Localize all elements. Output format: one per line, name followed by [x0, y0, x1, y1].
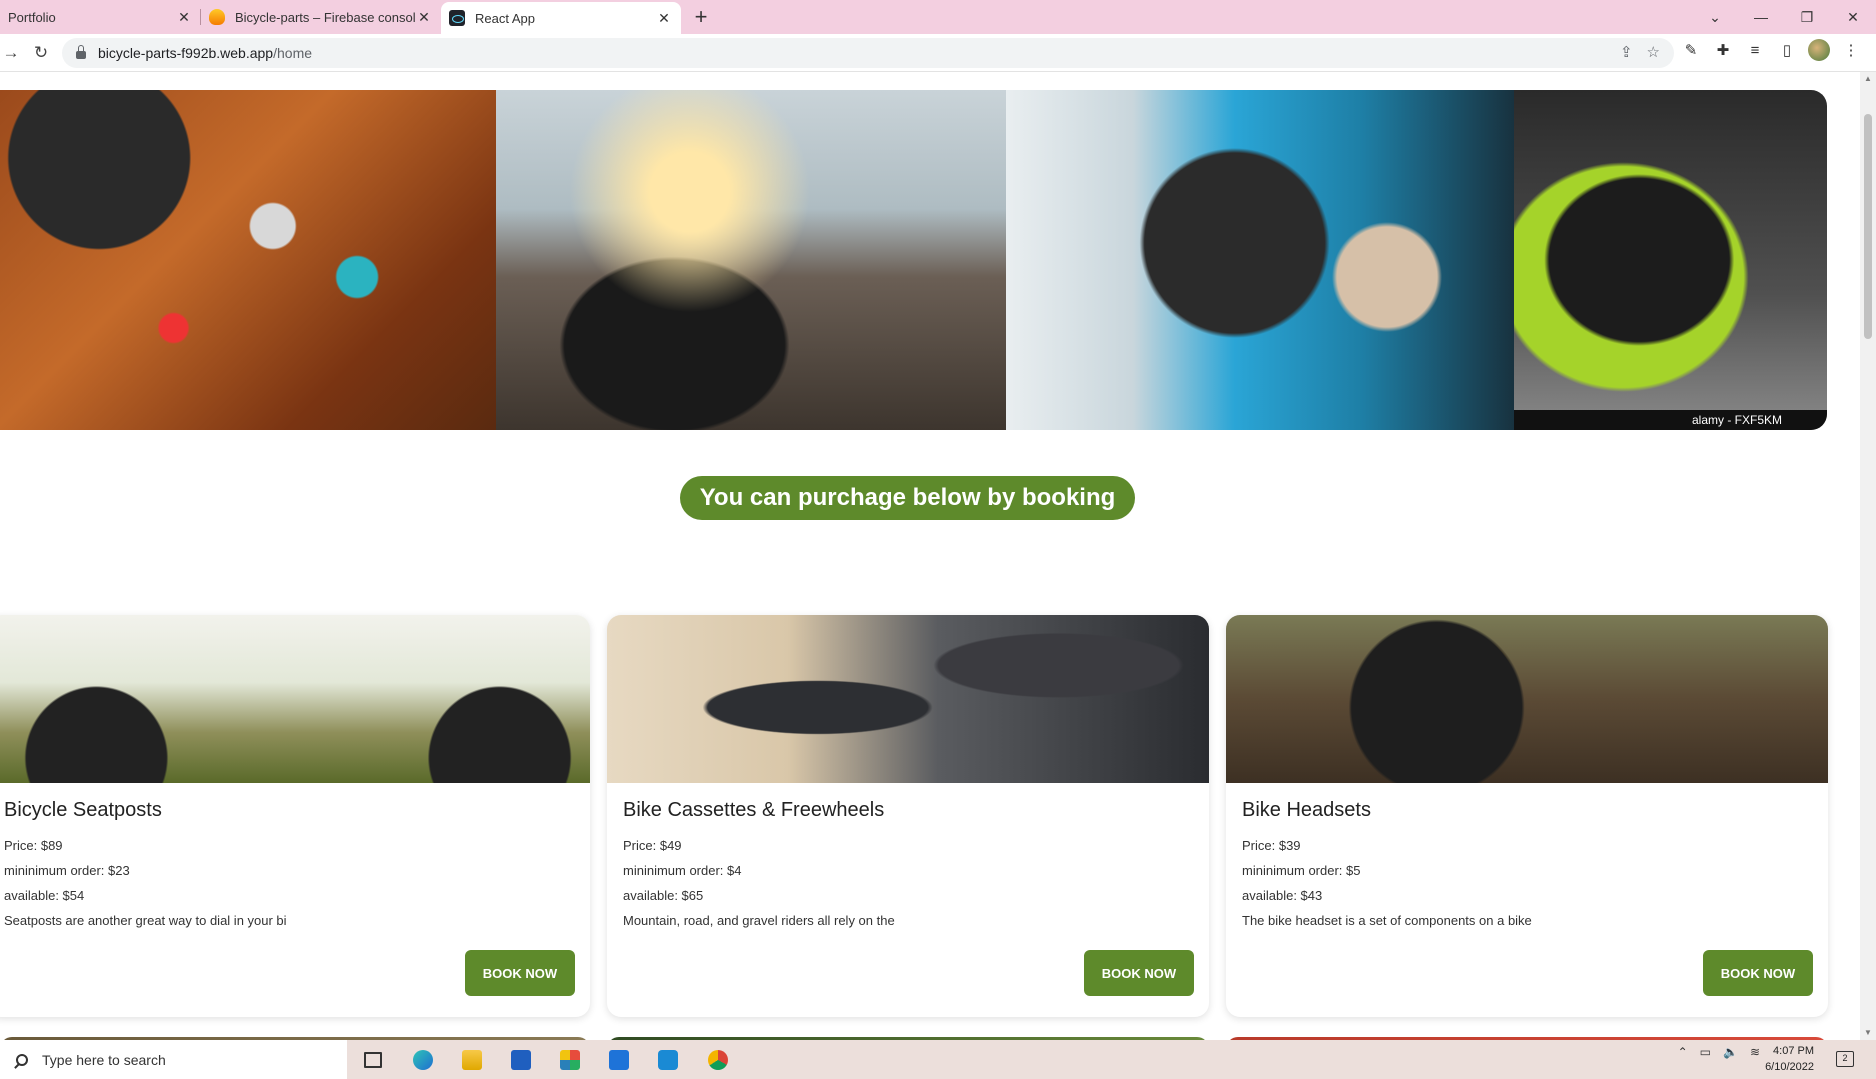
hero-image-cyclist	[496, 90, 1006, 430]
cta-wrapper: You can purchage below by booking	[0, 476, 1815, 520]
product-image	[0, 615, 590, 783]
chevron-down-icon[interactable]: ⌄	[1692, 0, 1738, 34]
product-image	[1226, 615, 1828, 783]
address-bar[interactable]: bicycle-parts-f992b.web.app/home ⇪ ☆	[62, 38, 1674, 68]
extension-pin-icon[interactable]: ✎	[1680, 39, 1702, 61]
clock[interactable]: 4:07 PM 6/10/2022	[1765, 1043, 1814, 1075]
notification-icon[interactable]: 2	[1836, 1051, 1854, 1067]
scroll-thumb[interactable]	[1864, 114, 1872, 339]
tab-react-app[interactable]: React App ✕	[441, 2, 681, 34]
search-placeholder: Type here to search	[42, 1051, 166, 1068]
reload-icon[interactable]: ↻	[30, 42, 52, 64]
avatar[interactable]	[1808, 39, 1830, 61]
file-explorer-icon[interactable]	[459, 1047, 485, 1073]
menu-icon[interactable]: ⋮	[1840, 39, 1862, 61]
product-title: Bike Cassettes & Freewheels	[623, 799, 885, 821]
chevron-up-icon[interactable]: ⌃	[1678, 1045, 1688, 1059]
product-min-order: mininimum order: $5	[1242, 863, 1361, 878]
store-icon[interactable]	[508, 1047, 534, 1073]
book-now-button[interactable]: BOOK NOW	[1084, 950, 1194, 996]
office-icon[interactable]	[557, 1047, 583, 1073]
tab-portfolio[interactable]: Portfolio ✕	[0, 0, 201, 34]
product-available: available: $54	[4, 888, 85, 903]
lock-icon	[76, 45, 86, 59]
url-text: bicycle-parts-f992b.web.app/home	[98, 45, 312, 61]
browser-toolbar: → ↻ bicycle-parts-f992b.web.app/home ⇪ ☆…	[0, 34, 1876, 72]
restore-icon[interactable]: ❐	[1784, 0, 1830, 34]
image-watermark: alamy - FXF5KM	[1514, 410, 1827, 430]
edge-icon[interactable]	[410, 1047, 436, 1073]
scroll-up-icon[interactable]: ▲	[1863, 74, 1873, 84]
product-card: Bike Headsets Price: $39 mininimum order…	[1226, 615, 1828, 1017]
close-icon[interactable]: ✕	[655, 10, 673, 27]
sidepanel-icon[interactable]: ▯	[1776, 39, 1798, 61]
product-image	[607, 615, 1209, 783]
purchase-heading: You can purchage below by booking	[679, 476, 1136, 520]
url-host: bicycle-parts-f992b.web.app	[98, 45, 274, 61]
media-icon[interactable]: ≡	[1744, 39, 1766, 61]
react-icon	[449, 10, 465, 26]
product-price: Price: $49	[623, 838, 682, 853]
forward-icon[interactable]: →	[0, 42, 22, 64]
hero-image-bike-tools	[0, 90, 496, 430]
wifi-icon[interactable]: ≋	[1750, 1045, 1760, 1059]
chrome-icon[interactable]	[705, 1047, 731, 1073]
firebase-icon	[209, 9, 225, 25]
product-description: Mountain, road, and gravel riders all re…	[623, 913, 895, 928]
tab-label: Portfolio	[8, 9, 56, 25]
page-viewport: alamy - FXF5KM You can purchage below by…	[0, 72, 1860, 1040]
hero-banner: alamy - FXF5KM	[0, 90, 1827, 430]
mail-icon[interactable]	[606, 1047, 632, 1073]
tab-label: Bicycle-parts – Firebase console	[235, 9, 415, 25]
product-available: available: $43	[1242, 888, 1323, 903]
tab-firebase-console[interactable]: Bicycle-parts – Firebase console ✕	[201, 0, 441, 34]
share-icon[interactable]: ⇪	[1620, 43, 1633, 61]
taskbar-search[interactable]: Type here to search	[0, 1040, 347, 1079]
close-icon[interactable]: ✕	[415, 9, 433, 26]
battery-icon[interactable]: ▭	[1700, 1045, 1711, 1059]
taskbar: Type here to search ⌃ ▭ 🔈 ≋ 4:07 PM 6/10…	[0, 1040, 1876, 1079]
star-icon[interactable]: ☆	[1647, 43, 1660, 61]
product-description: The bike headset is a set of components …	[1242, 913, 1532, 928]
close-window-icon[interactable]: ✕	[1830, 0, 1876, 34]
clock-date: 6/10/2022	[1765, 1061, 1814, 1073]
url-path: /home	[273, 45, 313, 61]
notification-count: 2	[1842, 1053, 1848, 1063]
book-now-button[interactable]: BOOK NOW	[1703, 950, 1813, 996]
product-card: Bicycle Seatposts Price: $89 mininimum o…	[0, 615, 590, 1017]
tab-label: React App	[475, 10, 535, 26]
product-card: Bike Cassettes & Freewheels Price: $49 m…	[607, 615, 1209, 1017]
scroll-down-icon[interactable]: ▼	[1863, 1028, 1873, 1038]
plus-icon[interactable]: +	[681, 0, 721, 34]
close-icon[interactable]: ✕	[175, 9, 193, 26]
product-price: Price: $89	[4, 838, 63, 853]
search-icon	[16, 1053, 28, 1066]
book-now-button[interactable]: BOOK NOW	[465, 950, 575, 996]
product-description: Seatposts are another great way to dial …	[4, 913, 287, 928]
product-title: Bicycle Seatposts	[4, 799, 162, 821]
volume-icon[interactable]: 🔈	[1723, 1045, 1738, 1059]
minimize-icon[interactable]: —	[1738, 0, 1784, 34]
product-available: available: $65	[623, 888, 704, 903]
scrollbar[interactable]: ▲ ▼	[1860, 72, 1876, 1040]
task-view-icon[interactable]	[360, 1047, 386, 1073]
tab-strip: Portfolio ✕ Bicycle-parts – Firebase con…	[0, 0, 1876, 34]
hero-image-repair	[1006, 90, 1514, 430]
vscode-icon[interactable]	[655, 1047, 681, 1073]
clock-time: 4:07 PM	[1773, 1045, 1814, 1057]
product-min-order: mininimum order: $23	[4, 863, 130, 878]
product-title: Bike Headsets	[1242, 799, 1371, 821]
product-min-order: mininimum order: $4	[623, 863, 742, 878]
puzzle-icon[interactable]: ✚	[1712, 39, 1734, 61]
product-price: Price: $39	[1242, 838, 1301, 853]
hero-image-chain: alamy - FXF5KM	[1514, 90, 1827, 430]
